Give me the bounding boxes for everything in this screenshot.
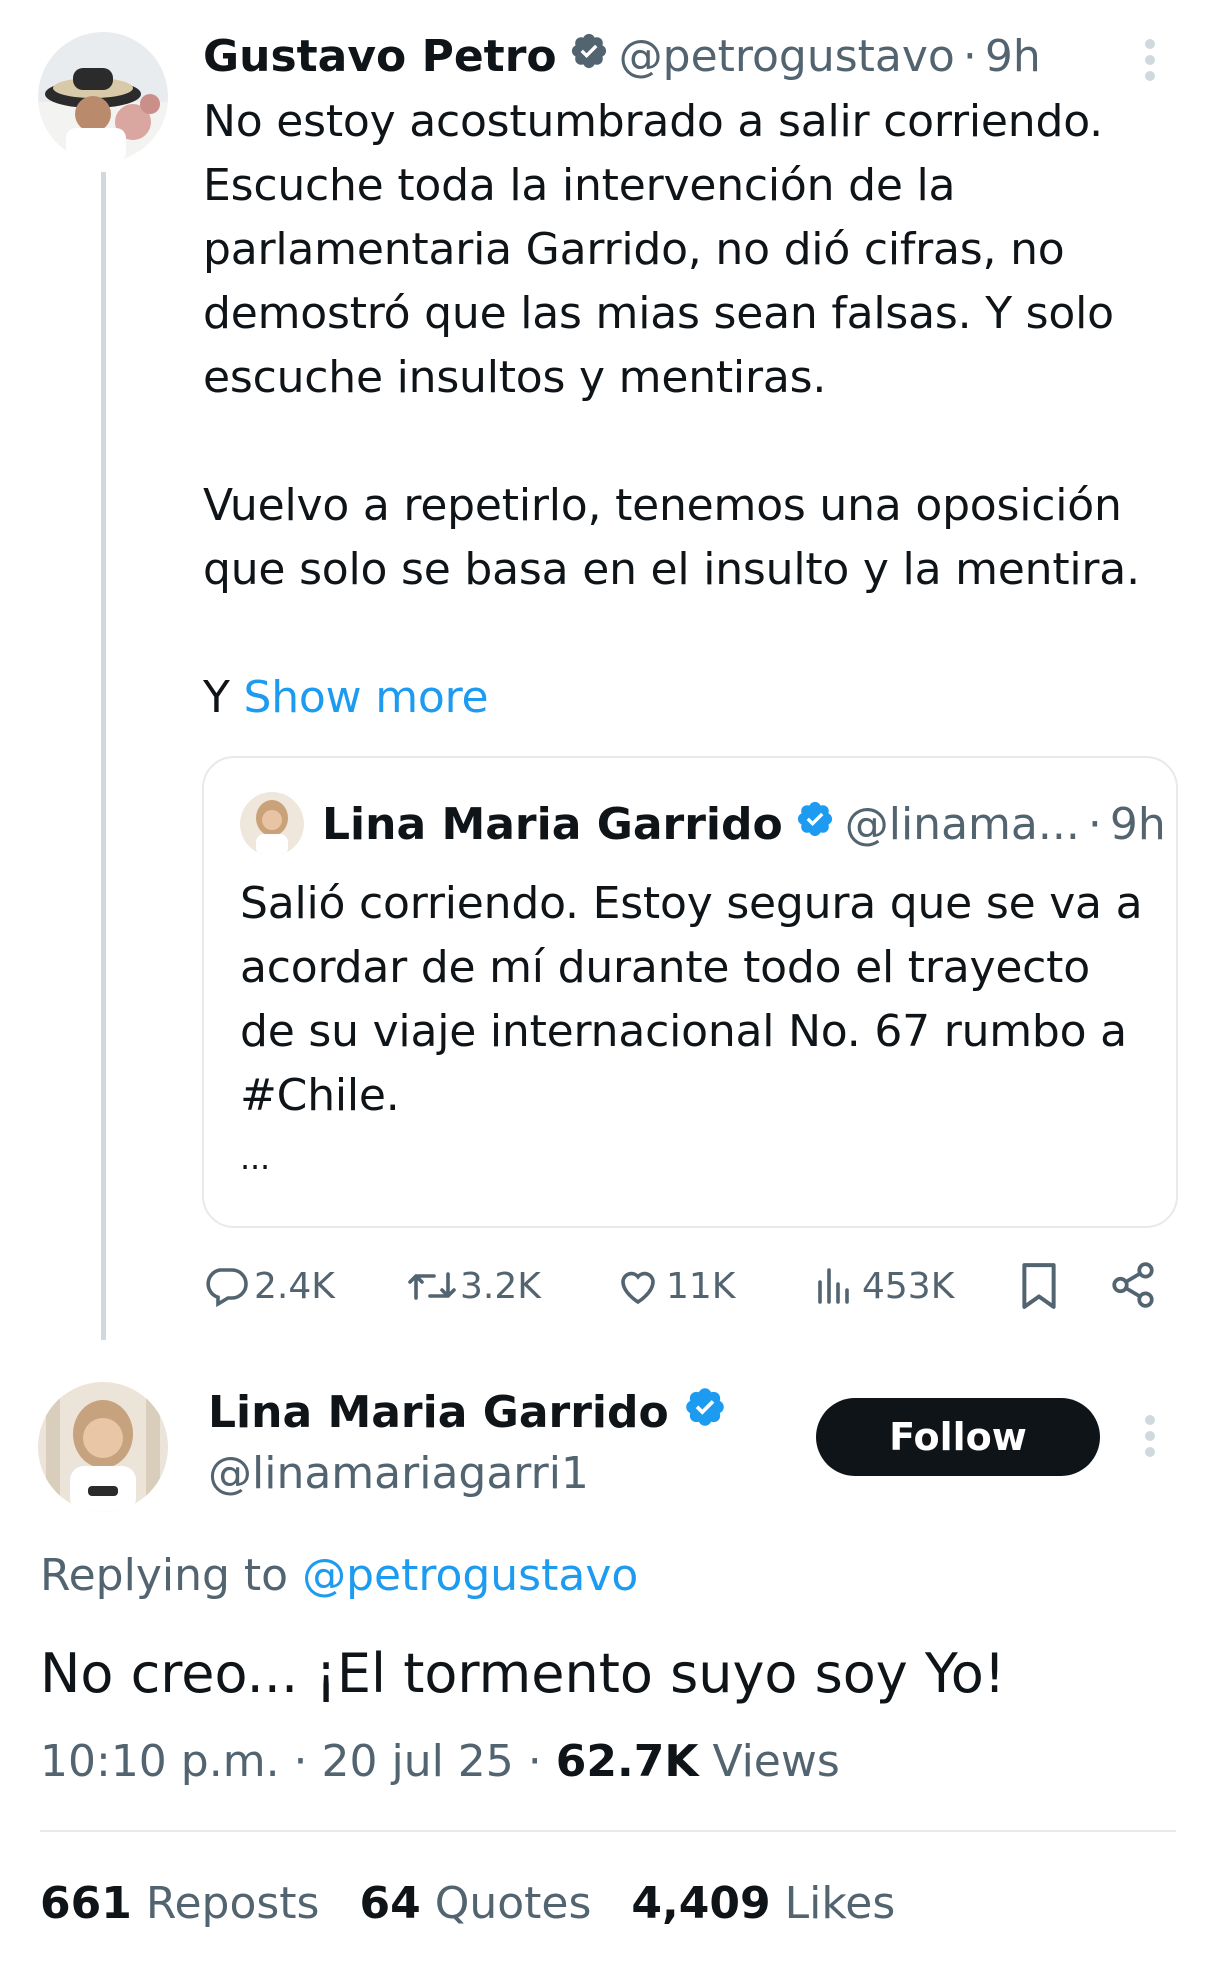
reply-author-block: Lina Maria Garrido @linamariagarri1: [208, 1380, 727, 1504]
views-count: 453K: [862, 1265, 955, 1307]
repost-count: 3.2K: [460, 1265, 541, 1307]
repost-icon: [406, 1262, 458, 1310]
reposts-stat[interactable]: 661 Reposts: [40, 1872, 319, 1936]
reply-views-count: 62.7K: [555, 1736, 699, 1787]
quoted-line: #Chile.: [240, 1070, 400, 1121]
reply-author-name[interactable]: Lina Maria Garrido: [208, 1387, 669, 1438]
verified-badge-icon: [569, 31, 609, 82]
engagement-summary: 661 Reposts 64 Quotes 4,409 Likes: [40, 1872, 895, 1936]
post-line: Escuche toda la intervención de la: [203, 160, 956, 211]
like-icon: [614, 1262, 662, 1310]
reposts-label: Reposts: [145, 1878, 320, 1929]
quotes-stat[interactable]: 64 Quotes: [359, 1872, 591, 1936]
repost-action[interactable]: 3.2K: [406, 1258, 541, 1314]
reply-icon: [202, 1262, 250, 1310]
replying-to-line: Replying to @petrogustavo: [40, 1544, 638, 1608]
reply-meta-line: 10:10 p.m. · 20 jul 25 · 62.7K Views: [40, 1730, 840, 1794]
quoted-post-header: Lina Maria Garrido @linama... · 9h: [322, 792, 1166, 856]
post-line: No estoy acostumbrado a salir corriendo.: [203, 96, 1103, 147]
post-line: parlamentaria Garrido, no dió cifras, no: [203, 224, 1065, 275]
divider: [40, 1830, 1176, 1832]
post-line: Vuelvo a repetirlo, tenemos una oposició…: [203, 480, 1122, 531]
replying-to-label: Replying to: [40, 1550, 289, 1601]
quotes-label: Quotes: [434, 1878, 592, 1929]
likes-label: Likes: [784, 1878, 896, 1929]
views-icon: [810, 1262, 858, 1310]
reply-more-options-icon[interactable]: [1136, 1412, 1164, 1460]
petro-avatar-image: [38, 32, 168, 162]
like-count: 11K: [666, 1265, 736, 1307]
garrido-avatar[interactable]: [38, 1382, 168, 1512]
post-line-truncated: Y Show more: [203, 666, 1163, 730]
share-icon[interactable]: [1108, 1260, 1158, 1314]
bookmark-icon[interactable]: [1016, 1260, 1062, 1316]
petro-post-header: Gustavo Petro @petrogustavo · 9h: [203, 24, 1041, 88]
quoted-post-card[interactable]: Lina Maria Garrido @linama... · 9h Salió…: [202, 756, 1178, 1228]
post-line: que solo se basa en el insulto y la ment…: [203, 544, 1140, 595]
truncated-text: Y: [203, 672, 230, 723]
reply-views-label: Views: [712, 1736, 840, 1787]
reposts-count: 661: [40, 1878, 132, 1929]
thread-connector-line: [101, 172, 106, 1340]
quoted-post-body: Salió corriendo. Estoy segura que se va …: [240, 872, 1150, 1188]
quoted-ellipsis: ...: [240, 1139, 270, 1177]
reply-action[interactable]: 2.4K: [202, 1258, 335, 1314]
post-time[interactable]: 9h: [985, 31, 1041, 82]
reply-author-handle[interactable]: @linamariagarri1: [208, 1444, 727, 1504]
likes-stat[interactable]: 4,409 Likes: [631, 1872, 895, 1936]
verified-badge-icon: [683, 1385, 727, 1440]
verified-badge-icon: [795, 799, 835, 850]
quoted-line: Salió corriendo. Estoy segura que se va …: [240, 878, 1143, 929]
quoted-post-time: 9h: [1109, 798, 1166, 850]
petro-avatar[interactable]: [38, 32, 168, 162]
reply-timestamp[interactable]: 10:10 p.m. · 20 jul 25 ·: [40, 1736, 542, 1787]
more-options-icon[interactable]: [1136, 36, 1164, 84]
post-line: escuche insultos y mentiras.: [203, 352, 827, 403]
quoted-line: de su viaje internacional No. 67 rumbo a: [240, 1006, 1127, 1057]
quoted-author-handle: @linama...: [844, 798, 1080, 850]
reply-count: 2.4K: [254, 1265, 335, 1307]
quoted-author-avatar: [240, 792, 304, 856]
like-action[interactable]: 11K: [614, 1258, 735, 1314]
post-line: demostró que las mias sean falsas. Y sol…: [203, 288, 1114, 339]
quoted-line: acordar de mí durante todo el trayecto: [240, 942, 1090, 993]
show-more-link[interactable]: Show more: [243, 672, 488, 723]
post-body: No estoy acostumbrado a salir corriendo.…: [203, 90, 1163, 730]
author-name[interactable]: Gustavo Petro: [203, 31, 557, 82]
garrido-avatar-image: [38, 1382, 168, 1512]
quotes-count: 64: [359, 1878, 421, 1929]
follow-button[interactable]: Follow: [816, 1398, 1100, 1476]
replying-to-handle[interactable]: @petrogustavo: [302, 1550, 638, 1601]
likes-count: 4,409: [631, 1878, 771, 1929]
dot-separator: ·: [1087, 798, 1102, 850]
dot-separator: ·: [962, 30, 977, 82]
views-action[interactable]: 453K: [810, 1258, 954, 1314]
quoted-author-name: Lina Maria Garrido: [322, 798, 783, 850]
author-handle[interactable]: @petrogustavo: [619, 31, 955, 82]
reply-text: No creo... ¡El tormento suyo soy Yo!: [40, 1642, 1006, 1705]
